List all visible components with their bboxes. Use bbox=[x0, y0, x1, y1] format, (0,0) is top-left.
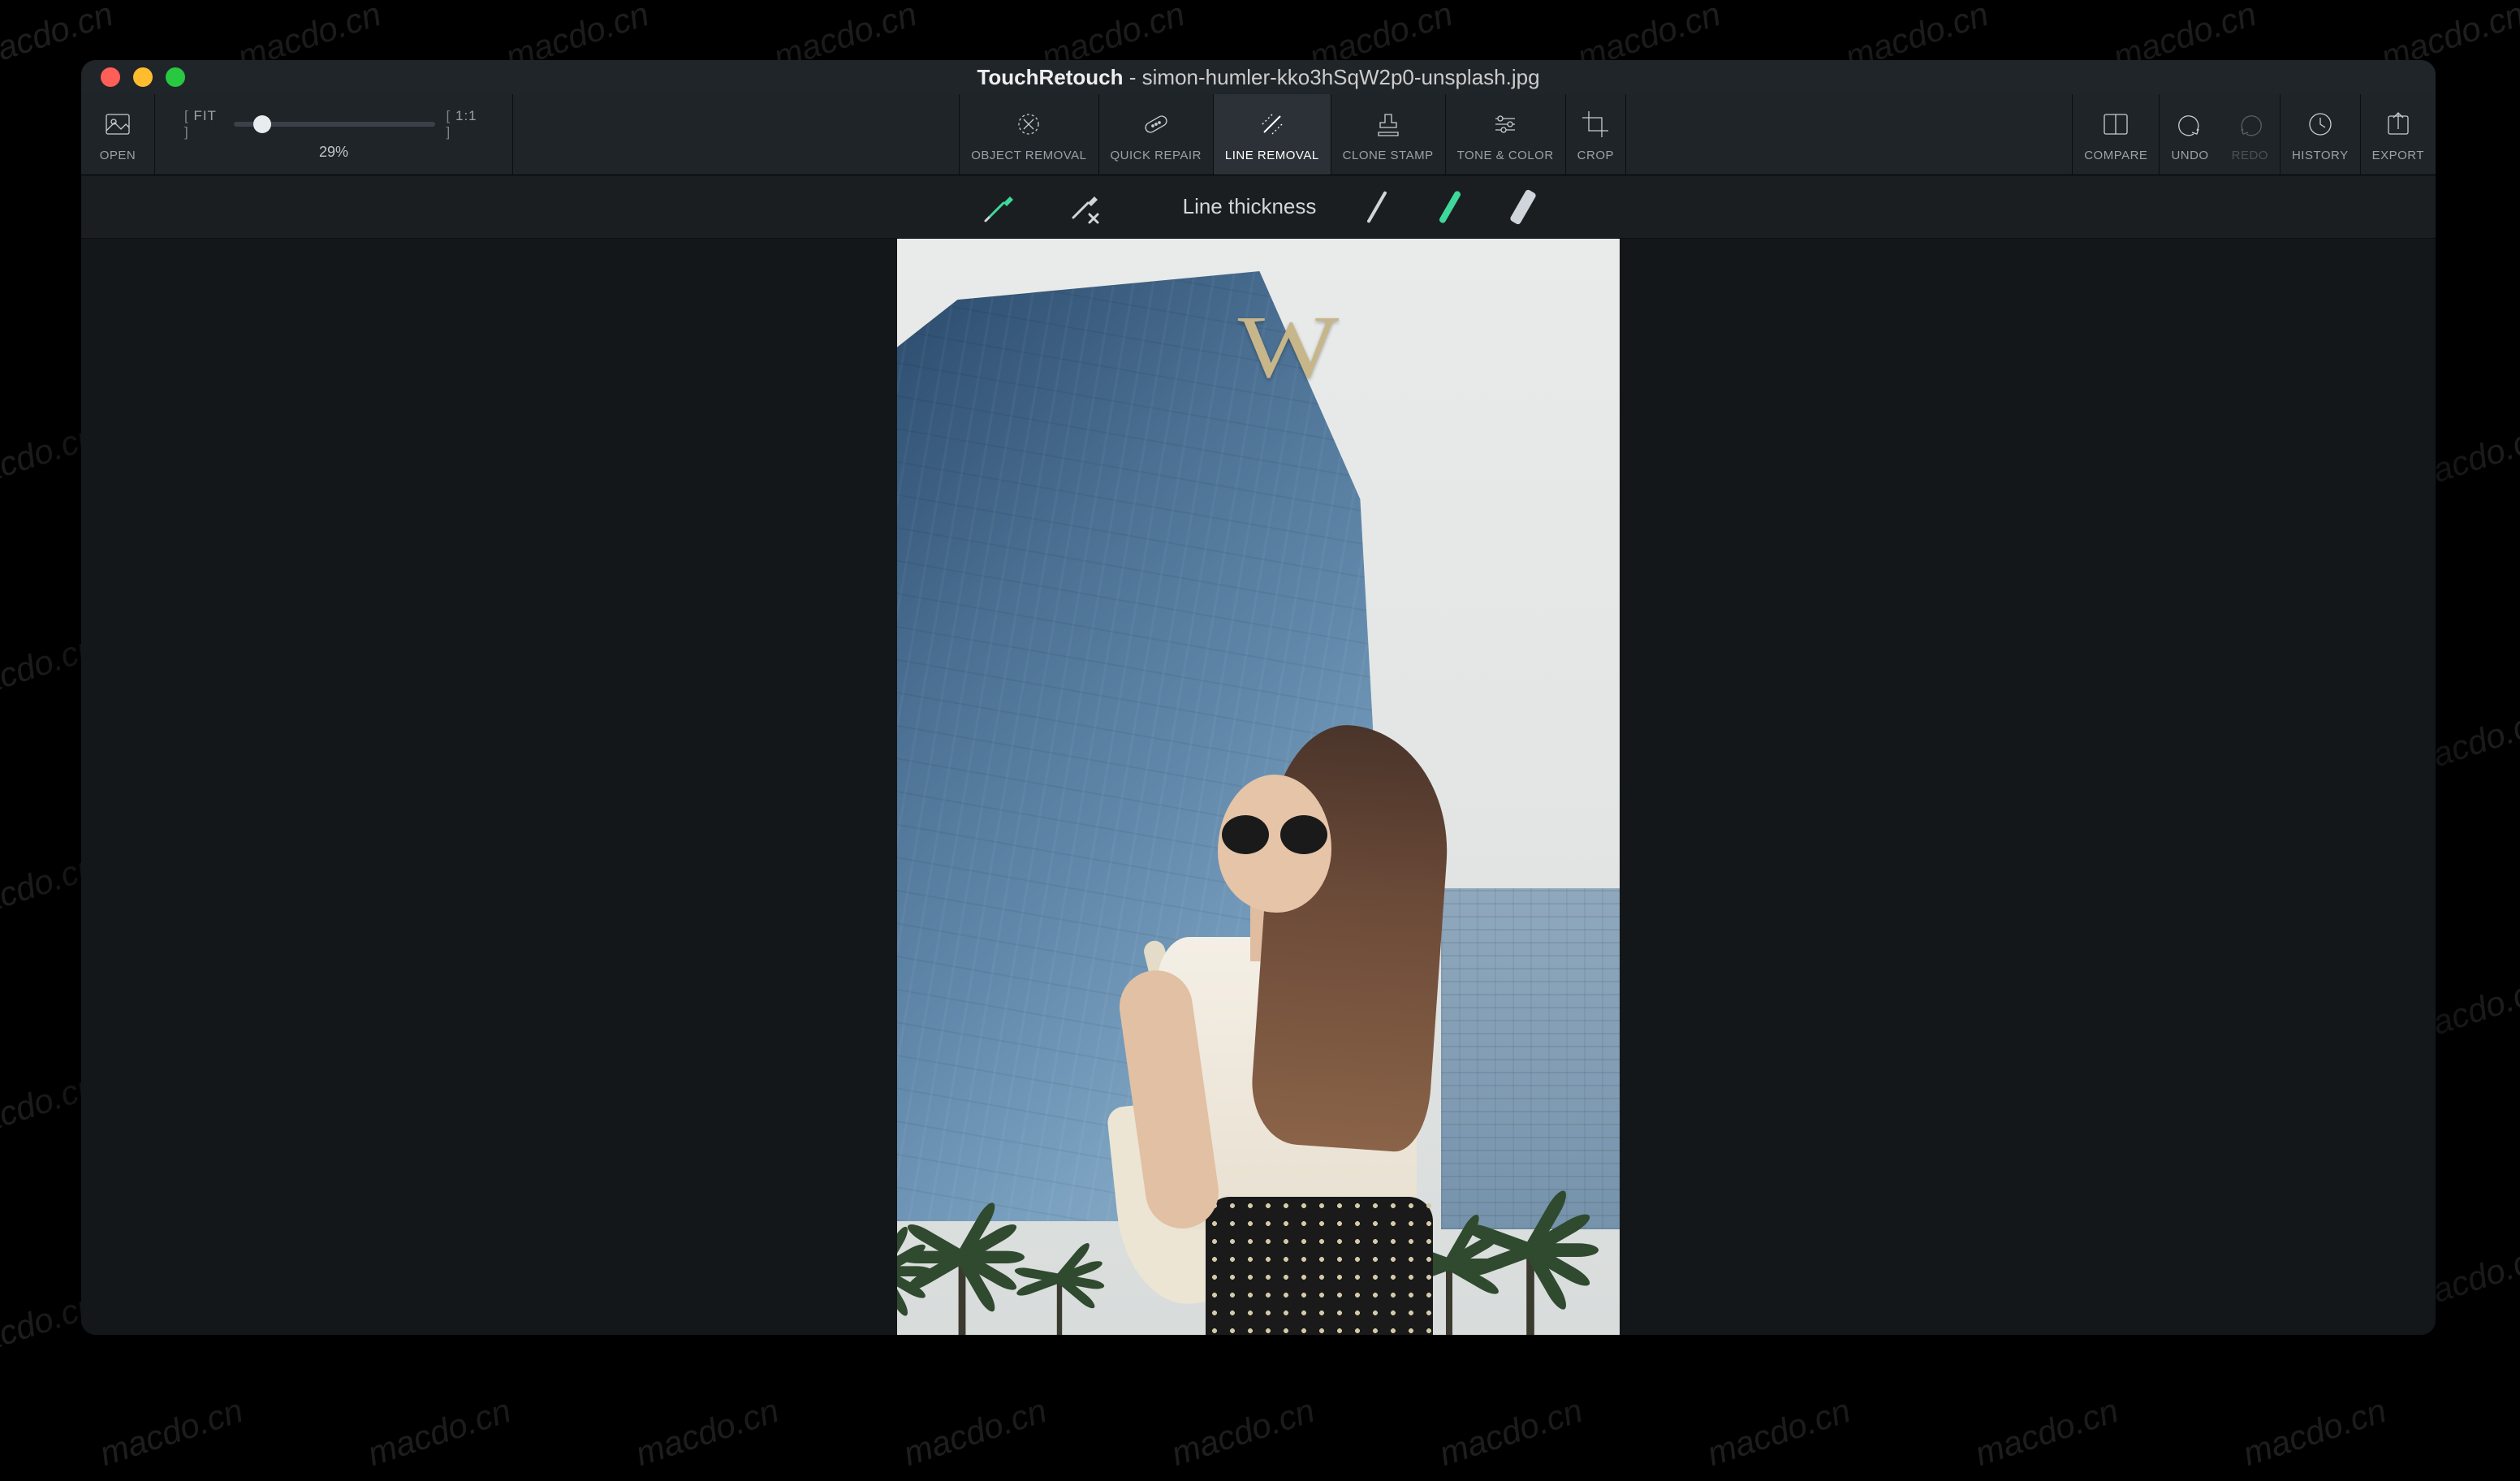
window-title: TouchRetouch - simon-humler-kko3hSqW2p0-… bbox=[977, 65, 1539, 90]
zoom-percent: 29% bbox=[319, 144, 348, 161]
line-removal-subtoolbar: Line thickness bbox=[81, 175, 2436, 239]
toolbar-spacer bbox=[1626, 94, 2072, 175]
zoom-slider[interactable] bbox=[234, 122, 435, 127]
watermark: macdo.cn bbox=[1970, 1391, 2123, 1474]
thickness-medium[interactable] bbox=[1430, 187, 1470, 227]
object-removal-label: OBJECT REMOVAL bbox=[971, 149, 1086, 162]
maximize-window-button[interactable] bbox=[166, 67, 185, 87]
toolbar-spacer bbox=[513, 94, 959, 175]
crop-label: CROP bbox=[1577, 149, 1614, 162]
stamp-icon bbox=[1370, 106, 1406, 142]
object-removal-button[interactable]: OBJECT REMOVAL bbox=[960, 94, 1098, 175]
desktop: macdo.cn macdo.cn macdo.cn macdo.cn macd… bbox=[0, 0, 2520, 1481]
zoom-slider-knob[interactable] bbox=[253, 115, 271, 133]
photo-canvas[interactable]: W bbox=[897, 239, 1620, 1335]
watermark: macdo.cn bbox=[1167, 1391, 1319, 1474]
history-icon bbox=[2302, 106, 2338, 142]
zoom-control: [ FIT ] [ 1:1 ] 29% bbox=[155, 94, 512, 175]
watermark: macdo.cn bbox=[2238, 1391, 2391, 1474]
tone-color-label: TONE & COLOR bbox=[1457, 149, 1554, 162]
watermark: macdo.cn bbox=[363, 1391, 516, 1474]
line-removal-label: LINE REMOVAL bbox=[1225, 149, 1319, 162]
title-separator: - bbox=[1129, 65, 1142, 89]
close-window-button[interactable] bbox=[101, 67, 120, 87]
thickness-thin[interactable] bbox=[1357, 187, 1397, 227]
compare-label: COMPARE bbox=[2084, 149, 2147, 162]
quick-repair-button[interactable]: QUICK REPAIR bbox=[1099, 94, 1213, 175]
segment-remover-tool[interactable] bbox=[1058, 183, 1110, 231]
line-thickness-label: Line thickness bbox=[1183, 194, 1317, 219]
bandage-icon bbox=[1138, 106, 1174, 142]
main-toolbar: OPEN [ FIT ] [ 1:1 ] 29% OBJECT REMOVAL bbox=[81, 94, 2436, 175]
canvas-area[interactable]: W bbox=[81, 239, 2436, 1335]
line-marker-tool[interactable] bbox=[973, 183, 1025, 231]
crop-icon bbox=[1577, 106, 1613, 142]
file-name: simon-humler-kko3hSqW2p0-unsplash.jpg bbox=[1142, 65, 1540, 89]
undo-label: UNDO bbox=[2171, 149, 2208, 162]
compare-icon bbox=[2098, 106, 2134, 142]
quick-repair-label: QUICK REPAIR bbox=[1111, 149, 1202, 162]
app-name: TouchRetouch bbox=[977, 65, 1123, 89]
undo-icon bbox=[2173, 106, 2208, 142]
open-button[interactable]: OPEN bbox=[81, 94, 154, 175]
object-removal-icon bbox=[1011, 106, 1046, 142]
watermark: macdo.cn bbox=[1702, 1391, 1855, 1474]
clone-stamp-button[interactable]: CLONE STAMP bbox=[1331, 94, 1445, 175]
export-icon bbox=[2380, 106, 2416, 142]
watermark: macdo.cn bbox=[1435, 1391, 1587, 1474]
zoom-fit-button[interactable]: [ FIT ] bbox=[184, 108, 222, 140]
thickness-thick[interactable] bbox=[1503, 187, 1543, 227]
export-button[interactable]: EXPORT bbox=[2361, 94, 2436, 175]
minimize-window-button[interactable] bbox=[133, 67, 153, 87]
tone-color-button[interactable]: TONE & COLOR bbox=[1446, 94, 1565, 175]
watermark: macdo.cn bbox=[95, 1391, 248, 1474]
history-button[interactable]: HISTORY bbox=[2281, 94, 2360, 175]
compare-button[interactable]: COMPARE bbox=[2073, 94, 2159, 175]
image-icon bbox=[100, 106, 136, 142]
zoom-1to1-button[interactable]: [ 1:1 ] bbox=[447, 108, 483, 140]
app-window: TouchRetouch - simon-humler-kko3hSqW2p0-… bbox=[81, 60, 2436, 1335]
window-controls bbox=[81, 67, 185, 87]
clone-stamp-label: CLONE STAMP bbox=[1343, 149, 1434, 162]
titlebar[interactable]: TouchRetouch - simon-humler-kko3hSqW2p0-… bbox=[81, 60, 2436, 94]
watermark: macdo.cn bbox=[631, 1391, 783, 1474]
line-removal-icon bbox=[1254, 106, 1290, 142]
export-label: EXPORT bbox=[2372, 149, 2424, 162]
redo-button[interactable]: REDO bbox=[2220, 94, 2280, 175]
redo-label: REDO bbox=[2232, 149, 2268, 162]
sliders-icon bbox=[1487, 106, 1523, 142]
open-label: OPEN bbox=[100, 149, 136, 162]
undo-button[interactable]: UNDO bbox=[2160, 94, 2220, 175]
line-removal-button[interactable]: LINE REMOVAL bbox=[1214, 94, 1331, 175]
redo-icon bbox=[2232, 106, 2268, 142]
history-label: HISTORY bbox=[2292, 149, 2349, 162]
watermark: macdo.cn bbox=[899, 1391, 1051, 1474]
crop-button[interactable]: CROP bbox=[1566, 94, 1625, 175]
